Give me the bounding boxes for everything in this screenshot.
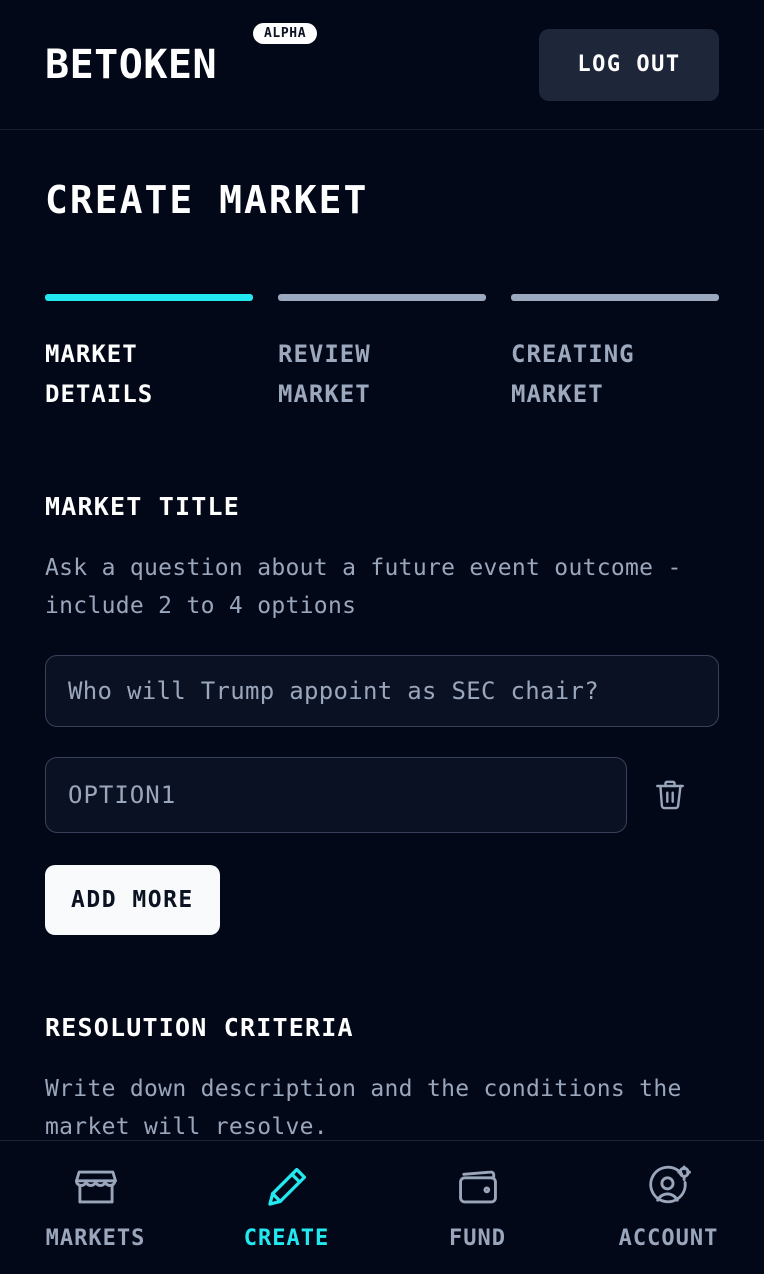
trash-icon [656, 780, 684, 810]
progress-stepper: MARKET DETAILS REVIEW MARKET CREATING MA… [45, 294, 719, 414]
step-label-market-details: MARKET DETAILS [45, 340, 154, 408]
market-title-input[interactable] [45, 655, 719, 727]
bottom-navigation: MARKETS CREATE FUND ACCOUNT [0, 1140, 764, 1274]
storefront-icon [74, 1170, 117, 1204]
nav-label-account: ACCOUNT [618, 1226, 719, 1251]
resolution-criteria-section: RESOLUTION CRITERIA Write down descripti… [45, 1013, 719, 1146]
logout-button[interactable]: LOG OUT [539, 28, 719, 101]
add-more-button[interactable]: ADD MORE [45, 865, 220, 935]
step-label-review-market: REVIEW MARKET [278, 340, 371, 408]
resolution-criteria-heading: RESOLUTION CRITERIA [45, 1013, 354, 1042]
nav-label-markets: MARKETS [45, 1226, 146, 1251]
brand-logo[interactable]: BETOKEN ALPHA [45, 22, 318, 88]
step-creating-market[interactable]: CREATING MARKET [511, 294, 719, 414]
step-bar-review-market [278, 294, 486, 301]
nav-item-markets[interactable]: MARKETS [0, 1164, 191, 1251]
alpha-badge: ALPHA [253, 22, 318, 44]
step-market-details[interactable]: MARKET DETAILS [45, 294, 253, 414]
step-bar-market-details [45, 294, 253, 301]
app-header: BETOKEN ALPHA LOG OUT [0, 0, 764, 130]
main-content: CREATE MARKET MARKET DETAILS REVIEW MARK… [0, 178, 764, 1146]
nav-item-create[interactable]: CREATE [191, 1164, 382, 1251]
step-bar-creating-market [511, 294, 719, 301]
market-title-section: MARKET TITLE Ask a question about a futu… [45, 492, 719, 935]
wallet-icon [458, 1170, 497, 1204]
pencil-icon [267, 1167, 306, 1206]
resolution-criteria-description: Write down description and the condition… [45, 1076, 682, 1140]
account-gear-icon [648, 1165, 691, 1204]
nav-item-account[interactable]: ACCOUNT [573, 1164, 764, 1251]
nav-item-fund[interactable]: FUND [382, 1164, 573, 1251]
step-label-creating-market: CREATING MARKET [511, 340, 635, 408]
nav-label-fund: FUND [449, 1226, 506, 1251]
market-title-heading: MARKET TITLE [45, 492, 241, 521]
market-title-description: Ask a question about a future event outc… [45, 555, 682, 619]
option-row [45, 757, 719, 833]
page-title: CREATE MARKET [45, 178, 369, 222]
nav-label-create: CREATE [243, 1226, 330, 1251]
create-market-screen: BETOKEN ALPHA LOG OUT CREATE MARKET MARK… [0, 0, 764, 1274]
brand-name: BETOKEN [45, 41, 218, 88]
step-review-market[interactable]: REVIEW MARKET [278, 294, 486, 414]
option-1-input[interactable] [45, 757, 627, 833]
delete-option-button[interactable] [649, 774, 691, 816]
